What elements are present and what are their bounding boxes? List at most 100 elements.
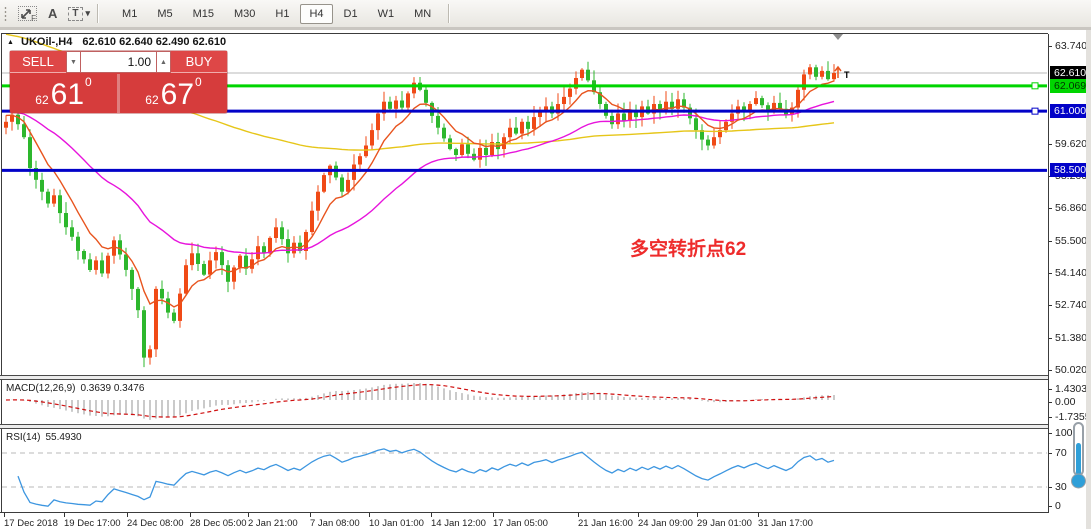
time-tick-label: 29 Jan 01:00 bbox=[697, 518, 752, 529]
price-tick-label: 51.380 bbox=[1055, 332, 1087, 344]
symbol-period-label: UKOil-,H4 bbox=[21, 36, 72, 48]
buy-price-big: 67 bbox=[161, 80, 194, 110]
moving-average-medium bbox=[6, 101, 834, 253]
tab-timeframe-h1[interactable]: H1 bbox=[266, 4, 298, 24]
chart-shift-marker-icon bbox=[833, 34, 843, 40]
tab-timeframe-m5[interactable]: M5 bbox=[148, 4, 181, 24]
time-tick bbox=[4, 513, 5, 517]
time-tick bbox=[697, 513, 698, 517]
time-tick-label: 21 Jan 16:00 bbox=[578, 518, 633, 529]
price-tick-label: 63.740 bbox=[1055, 40, 1087, 52]
time-tick bbox=[758, 513, 759, 517]
price-tick bbox=[1049, 370, 1052, 371]
sell-price-sup: 0 bbox=[85, 75, 92, 89]
tab-timeframe-mn[interactable]: MN bbox=[405, 4, 440, 24]
price-tick bbox=[1049, 144, 1052, 145]
sell-price-prefix: 62 bbox=[35, 93, 48, 107]
price-tick bbox=[1049, 208, 1052, 209]
price-tick bbox=[1049, 241, 1052, 242]
tab-timeframe-m1[interactable]: M1 bbox=[113, 4, 146, 24]
price-tick bbox=[1049, 305, 1052, 306]
svg-text:T: T bbox=[844, 70, 850, 80]
time-tick bbox=[190, 513, 191, 517]
price-tick bbox=[1049, 338, 1052, 339]
time-tick-label: 31 Jan 17:00 bbox=[758, 518, 813, 529]
buy-button[interactable]: BUY bbox=[171, 51, 227, 73]
text-annotation: 多空转折点62 bbox=[630, 234, 746, 261]
dropdown-caret-icon[interactable]: ▾ bbox=[86, 8, 91, 19]
rsi-axis-tick bbox=[1049, 453, 1052, 454]
price-tick-label: 55.500 bbox=[1055, 235, 1087, 247]
time-tick bbox=[310, 513, 311, 517]
macd-label: MACD(12,26,9)0.3639 0.3476 bbox=[6, 383, 144, 394]
macd-axis-tick bbox=[1049, 389, 1052, 390]
time-tick bbox=[431, 513, 432, 517]
price-level-label: 62.069 bbox=[1050, 79, 1090, 93]
price-tick-label: 50.020 bbox=[1055, 364, 1087, 376]
sell-price-button[interactable]: 62 61 0 bbox=[10, 74, 117, 113]
time-tick-label: 24 Jan 09:00 bbox=[638, 518, 693, 529]
sell-price-big: 61 bbox=[51, 80, 84, 110]
line-handle[interactable] bbox=[1032, 83, 1038, 89]
toolbar: FAT▾ M1M5M15M30H1H4D1W1MN bbox=[0, 0, 1091, 28]
chart-title: ▲ UKOil-,H4 62.610 62.640 62.490 62.610 bbox=[7, 36, 226, 48]
crosshair-arrows-icon[interactable] bbox=[19, 7, 34, 21]
time-tick bbox=[248, 513, 249, 517]
time-axis[interactable]: 17 Dec 2018 19 Dec 17:00 24 Dec 08:00 28 De… bbox=[0, 513, 1048, 529]
line-handle[interactable] bbox=[1032, 108, 1038, 114]
rsi-axis-label: 0 bbox=[1055, 500, 1061, 512]
macd-axis-label: 1.4303 bbox=[1055, 383, 1087, 395]
volume-increase-button[interactable]: ▲ bbox=[156, 51, 171, 73]
time-tick-label: 24 Dec 08:00 bbox=[127, 518, 184, 529]
time-tick bbox=[64, 513, 65, 517]
price-tick bbox=[1049, 46, 1052, 47]
chart-window: T ▲ UKOil-,H4 62.610 62.640 62.490 62.61… bbox=[0, 27, 1091, 529]
font-a-icon[interactable]: A bbox=[48, 6, 57, 21]
time-tick bbox=[369, 513, 370, 517]
price-level-label: 61.000 bbox=[1050, 104, 1090, 118]
tab-timeframe-w1[interactable]: W1 bbox=[369, 4, 404, 24]
rsi-axis-label: 70 bbox=[1055, 447, 1067, 459]
toolbar-separator bbox=[448, 4, 450, 23]
timeframe-buttons: M1M5M15M30H1H4D1W1MN bbox=[112, 4, 441, 24]
tab-timeframe-d1[interactable]: D1 bbox=[335, 4, 367, 24]
buy-price-sup: 0 bbox=[195, 75, 202, 89]
volume-decrease-button[interactable]: ▼ bbox=[66, 51, 81, 73]
time-tick-label: 10 Jan 01:00 bbox=[369, 518, 424, 529]
rsi-axis-tick bbox=[1049, 487, 1052, 488]
time-tick-label: 17 Dec 2018 bbox=[4, 518, 58, 529]
rsi-axis-label: 30 bbox=[1055, 481, 1067, 493]
macd-axis-label: 0.00 bbox=[1055, 396, 1075, 408]
time-tick-label: 19 Dec 17:00 bbox=[64, 518, 121, 529]
time-tick-label: 28 Dec 05:00 bbox=[190, 518, 247, 529]
time-tick-label: 17 Jan 05:00 bbox=[493, 518, 548, 529]
collapse-triangle-icon[interactable]: ▲ bbox=[7, 39, 14, 46]
rsi-line bbox=[18, 449, 834, 506]
time-tick bbox=[638, 513, 639, 517]
price-level-label: 58.500 bbox=[1050, 163, 1090, 177]
text-t-icon[interactable]: T bbox=[68, 7, 82, 21]
tab-timeframe-h4[interactable]: H4 bbox=[300, 4, 332, 24]
macd-pane[interactable] bbox=[2, 380, 1047, 424]
buy-price-prefix: 62 bbox=[145, 93, 158, 107]
rsi-label: RSI(14)55.4930 bbox=[6, 432, 82, 443]
time-tick-label: 2 Jan 21:00 bbox=[248, 518, 298, 529]
time-tick bbox=[578, 513, 579, 517]
sell-button[interactable]: SELL bbox=[10, 51, 66, 73]
ohlc-values: 62.610 62.640 62.490 62.610 bbox=[82, 36, 226, 48]
volume-input[interactable]: 1.00 bbox=[81, 51, 156, 73]
tab-timeframe-m15[interactable]: M15 bbox=[184, 4, 223, 24]
time-tick bbox=[493, 513, 494, 517]
one-click-trading-panel: SELL ▼ 1.00 ▲ BUY 62 61 0 62 67 0 bbox=[10, 51, 227, 113]
toolbar-icons: FAT▾ bbox=[7, 6, 90, 21]
macd-axis-tick bbox=[1049, 402, 1052, 403]
rsi-axis-tick bbox=[1049, 506, 1052, 507]
window-edge bbox=[1086, 30, 1091, 529]
panel-divider bbox=[117, 74, 120, 113]
tab-timeframe-m30[interactable]: M30 bbox=[225, 4, 264, 24]
mt4-window: FAT▾ M1M5M15M30H1H4D1W1MN T ▲ UKOil-,H4 … bbox=[0, 0, 1091, 529]
time-tick-label: 7 Jan 08:00 bbox=[310, 518, 360, 529]
buy-price-button[interactable]: 62 67 0 bbox=[120, 74, 227, 113]
price-tick-label: 52.740 bbox=[1055, 299, 1087, 311]
rsi-pane[interactable] bbox=[2, 429, 1047, 512]
